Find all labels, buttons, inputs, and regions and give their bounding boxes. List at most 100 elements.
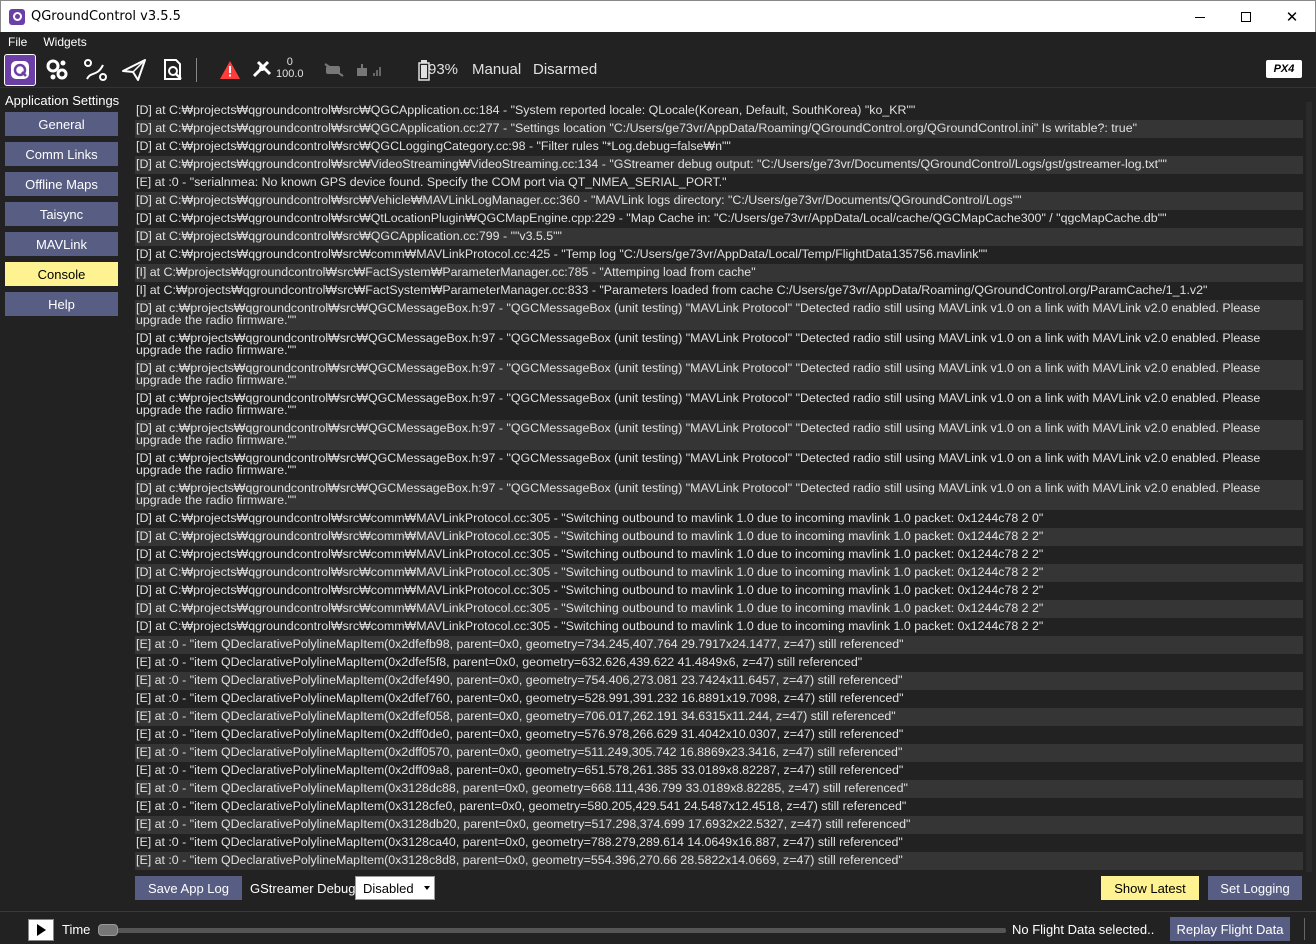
log-line: [D] at C:₩projects₩qgroundcontrol₩src₩Ve… xyxy=(135,192,1303,210)
log-line: [D] at c:₩projects₩qgroundcontrol₩src₩QG… xyxy=(135,480,1303,510)
maximize-button[interactable] xyxy=(1223,1,1269,33)
gstreamer-debug-select[interactable]: Disabled xyxy=(355,876,435,900)
gps-hdop-value: 100.0 xyxy=(276,68,304,80)
menu-file[interactable]: File xyxy=(0,35,35,49)
gps-indicator[interactable] xyxy=(246,54,278,86)
log-line: [I] at C:₩projects₩qgroundcontrol₩src₩Fa… xyxy=(135,264,1303,282)
time-label: Time xyxy=(62,922,91,937)
settings-sidebar: Application Settings General Comm Links … xyxy=(0,89,126,911)
log-line: [E] at :0 - "item QDeclarativePolylineMa… xyxy=(135,744,1303,762)
menu-bar: File Widgets xyxy=(0,32,1316,52)
chevron-down-icon xyxy=(424,886,430,890)
flight-mode-selector[interactable]: Manual xyxy=(472,61,521,78)
resize-grip[interactable] xyxy=(1304,918,1312,940)
log-line: [D] at C:₩projects₩qgroundcontrol₩src₩co… xyxy=(135,600,1303,618)
telemetry-rc-icon xyxy=(324,63,344,77)
plan-view-button[interactable] xyxy=(80,54,112,86)
console-log-list[interactable]: [D] at C:₩projects₩qgroundcontrol₩src₩QG… xyxy=(135,102,1303,870)
analyze-view-button[interactable] xyxy=(157,54,189,86)
slider-handle[interactable] xyxy=(98,924,118,936)
log-line: [D] at C:₩projects₩qgroundcontrol₩src₩Qt… xyxy=(136,211,1167,225)
menu-widgets[interactable]: Widgets xyxy=(35,35,94,49)
sidebar-item-console[interactable]: Console xyxy=(5,262,118,286)
log-line: [E] at :0 - "item QDeclarativePolylineMa… xyxy=(136,763,904,777)
replay-bar: Time No Flight Data selected.. Replay Fl… xyxy=(0,911,1316,944)
radio-signal-icon xyxy=(357,64,381,76)
qgc-app-icon xyxy=(9,8,25,25)
fly-paper-plane-icon xyxy=(122,59,146,81)
log-line: [D] at C:₩projects₩qgroundcontrol₩src₩co… xyxy=(136,511,1044,525)
log-line: [E] at :0 - "item QDeclarativePolylineMa… xyxy=(135,852,1303,870)
log-line: [I] at C:₩projects₩qgroundcontrol₩src₩Fa… xyxy=(136,283,1208,297)
sidebar-item-comm-links[interactable]: Comm Links xyxy=(5,142,118,166)
sidebar-item-taisync[interactable]: Taisync xyxy=(5,202,118,226)
save-app-log-button[interactable]: Save App Log xyxy=(135,876,242,900)
sidebar-header: Application Settings xyxy=(5,93,120,108)
log-line: [E] at :0 - "item QDeclarativePolylineMa… xyxy=(136,835,903,849)
log-line: [D] at C:₩projects₩qgroundcontrol₩src₩QG… xyxy=(136,139,731,153)
log-line: [D] at C:₩projects₩qgroundcontrol₩src₩co… xyxy=(136,583,1044,597)
log-line: [E] at :0 - "item QDeclarativePolylineMa… xyxy=(135,672,1303,690)
set-logging-button[interactable]: Set Logging xyxy=(1208,876,1302,900)
show-latest-button[interactable]: Show Latest xyxy=(1101,876,1199,900)
arm-state-indicator[interactable]: Disarmed xyxy=(533,61,597,78)
log-line: [E] at :0 - "item QDeclarativePolylineMa… xyxy=(136,655,863,669)
close-button[interactable]: ✕ xyxy=(1269,1,1315,33)
maximize-icon xyxy=(1241,12,1251,22)
sidebar-item-mavlink[interactable]: MAVLink xyxy=(5,232,118,256)
plan-waypoints-icon xyxy=(84,59,107,81)
play-icon xyxy=(36,924,46,936)
minimize-icon xyxy=(1195,16,1205,18)
play-button[interactable] xyxy=(28,919,54,941)
log-line: [E] at :0 - "item QDeclarativePolylineMa… xyxy=(136,727,904,741)
qgc-logo-icon xyxy=(11,61,29,79)
settings-view-button[interactable] xyxy=(4,54,36,86)
log-line: [E] at :0 - "item QDeclarativePolylineMa… xyxy=(136,691,904,705)
close-icon: ✕ xyxy=(1285,9,1299,26)
gps-count-readout: 0 100.0 xyxy=(276,56,304,80)
gstreamer-debug-label: GStreamer Debug xyxy=(250,881,356,896)
replay-flight-data-button[interactable]: Replay Flight Data xyxy=(1170,917,1290,941)
log-line: [D] at c:₩projects₩qgroundcontrol₩src₩QG… xyxy=(136,331,1261,357)
window-title: QGroundControl v3.5.5 xyxy=(31,9,181,24)
gear-cluster-icon xyxy=(46,59,68,80)
telemetry-indicator[interactable] xyxy=(318,54,350,86)
log-line: [D] at C:₩projects₩qgroundcontrol₩src₩QG… xyxy=(135,120,1303,138)
messages-indicator[interactable] xyxy=(214,54,246,86)
warning-triangle-icon xyxy=(220,61,240,79)
log-line: [E] at :0 - "item QDeclarativePolylineMa… xyxy=(135,636,1303,654)
gps-drone-icon xyxy=(252,60,272,78)
log-line: [D] at c:₩projects₩qgroundcontrol₩src₩QG… xyxy=(135,360,1303,390)
vehicle-setup-button[interactable] xyxy=(41,54,73,86)
log-line: [D] at c:₩projects₩qgroundcontrol₩src₩QG… xyxy=(136,451,1261,477)
minimize-button[interactable] xyxy=(1177,1,1223,33)
sidebar-item-help[interactable]: Help xyxy=(5,292,118,316)
log-line: [D] at C:₩projects₩qgroundcontrol₩src₩co… xyxy=(136,619,1044,633)
log-line: [D] at C:₩projects₩qgroundcontrol₩src₩co… xyxy=(136,247,988,261)
log-line: [D] at C:₩projects₩qgroundcontrol₩src₩co… xyxy=(135,528,1303,546)
sidebar-item-offline-maps[interactable]: Offline Maps xyxy=(5,172,118,196)
log-line: [D] at C:₩projects₩qgroundcontrol₩src₩co… xyxy=(136,547,1044,561)
console-scrollbar[interactable] xyxy=(1306,102,1312,872)
gps-satellite-count: 0 xyxy=(286,56,293,68)
rc-rssi-indicator[interactable] xyxy=(352,54,384,86)
log-line: [E] at :0 - "serialnmea: No known GPS de… xyxy=(136,175,727,189)
replay-time-slider[interactable] xyxy=(98,924,1006,936)
log-line: [E] at :0 - "item QDeclarativePolylineMa… xyxy=(135,816,1303,834)
main-toolbar: 0 100.0 93% Manual Disarmed PX4 xyxy=(0,52,1316,88)
toolbar-separator xyxy=(196,58,197,82)
log-line: [D] at C:₩projects₩qgroundcontrol₩src₩QG… xyxy=(135,228,1303,246)
log-line: [D] at C:₩projects₩qgroundcontrol₩src₩co… xyxy=(135,564,1303,582)
gstreamer-debug-value: Disabled xyxy=(363,880,414,896)
log-line: [E] at :0 - "item QDeclarativePolylineMa… xyxy=(135,780,1303,798)
px4-logo-icon: PX4 xyxy=(1266,60,1302,78)
log-line: [E] at :0 - "item QDeclarativePolylineMa… xyxy=(136,799,907,813)
log-line: [D] at c:₩projects₩qgroundcontrol₩src₩QG… xyxy=(135,420,1303,450)
log-line: [D] at C:₩projects₩qgroundcontrol₩src₩QG… xyxy=(136,103,916,117)
log-line: [D] at c:₩projects₩qgroundcontrol₩src₩QG… xyxy=(136,391,1261,417)
sidebar-item-general[interactable]: General xyxy=(5,112,118,136)
flight-data-status: No Flight Data selected.. xyxy=(1012,922,1155,937)
fly-view-button[interactable] xyxy=(118,54,150,86)
analyze-doc-icon xyxy=(164,59,182,80)
log-line: [D] at c:₩projects₩qgroundcontrol₩src₩QG… xyxy=(135,300,1303,330)
